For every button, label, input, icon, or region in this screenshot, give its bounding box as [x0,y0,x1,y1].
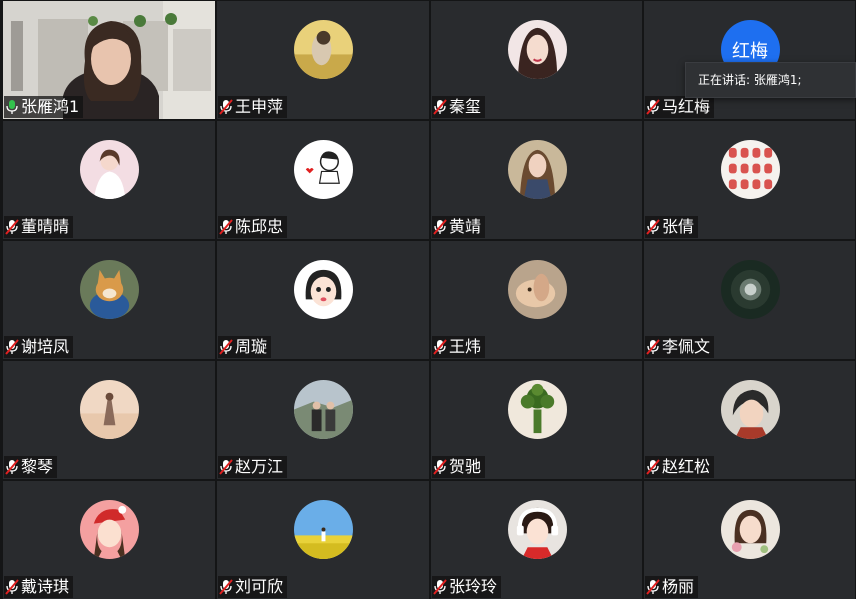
participant-name: 谢培凤 [21,337,70,356]
avatar [80,380,139,439]
participant-name-bar: 贺驰 [432,456,486,478]
participant-tile[interactable]: 刘可欣 [217,481,429,599]
participant-name-bar: 刘可欣 [218,576,288,598]
microphone-muted-icon [646,339,660,355]
participant-name-bar: 李佩文 [645,336,715,358]
participant-tile[interactable]: 谢培凤 [3,241,215,359]
avatar [294,140,353,199]
participant-name: 董晴晴 [21,217,70,236]
avatar [507,260,567,319]
participant-name: 贺驰 [449,457,482,476]
participant-tile[interactable]: 红梅 马红梅 [644,1,855,119]
microphone-muted-icon [219,99,233,115]
microphone-muted-icon [433,219,447,235]
avatar [720,260,780,319]
participant-name: 黄靖 [449,217,482,236]
participant-name-bar: 张雁鸿1 [4,96,84,118]
participant-name: 王炜 [449,337,482,356]
avatar [294,500,353,559]
participant-tile[interactable]: 王申萍 [217,1,429,119]
participant-name-bar: 马红梅 [645,96,715,118]
participant-name-bar: 黄靖 [432,216,486,238]
participant-tile-video[interactable]: 张雁鸿1 [3,1,215,119]
avatar [80,500,139,559]
avatar [720,380,780,439]
participant-name: 张倩 [662,217,695,236]
participant-tile[interactable]: 王炜 [431,241,642,359]
participant-name: 陈邱忠 [235,217,284,236]
microphone-muted-icon [433,459,447,475]
participant-name-bar: 陈邱忠 [218,216,288,238]
speaking-indicator-tooltip: 正在讲话: 张雁鸿1; [685,62,856,98]
participant-name-bar: 黎琴 [4,456,58,478]
participant-name: 马红梅 [662,97,711,116]
participant-name-bar: 董晴晴 [4,216,74,238]
microphone-muted-icon [5,459,19,475]
microphone-muted-icon [5,339,19,355]
microphone-muted-icon [5,579,19,595]
microphone-muted-icon [646,219,660,235]
participant-tile[interactable]: 黄靖 [431,121,642,239]
participant-tile[interactable]: 黎琴 [3,361,215,479]
participant-name-bar: 秦玺 [432,96,486,118]
avatar [507,20,567,79]
participant-tile[interactable]: 周璇 [217,241,429,359]
avatar [294,20,353,79]
avatar [294,380,353,439]
participant-tile[interactable]: 赵万江 [217,361,429,479]
participant-tile[interactable]: 张玲玲 [431,481,642,599]
participant-name: 周璇 [235,337,268,356]
avatar [720,140,780,199]
microphone-active-icon [6,100,18,114]
participant-name: 赵红松 [662,457,711,476]
avatar [507,380,567,439]
participant-tile[interactable]: 秦玺 [431,1,642,119]
participant-name: 张雁鸿1 [21,97,80,116]
participant-tile[interactable]: 戴诗琪 [3,481,215,599]
microphone-muted-icon [5,219,19,235]
participant-name: 刘可欣 [235,577,284,596]
microphone-muted-icon [433,579,447,595]
participant-name: 赵万江 [235,457,284,476]
microphone-muted-icon [219,579,233,595]
microphone-muted-icon [219,459,233,475]
avatar [80,140,139,199]
participant-name-bar: 赵红松 [645,456,715,478]
participant-tile[interactable]: 张倩 [644,121,855,239]
participant-name: 杨丽 [662,577,695,596]
participant-name: 戴诗琪 [21,577,70,596]
participant-tile[interactable]: 贺驰 [431,361,642,479]
participant-name-bar: 赵万江 [218,456,288,478]
avatar [294,260,353,319]
participant-name-bar: 张玲玲 [432,576,502,598]
participant-name-bar: 戴诗琪 [4,576,74,598]
participant-name-bar: 谢培凤 [4,336,74,358]
microphone-muted-icon [219,339,233,355]
participant-tile[interactable]: 董晴晴 [3,121,215,239]
microphone-muted-icon [433,99,447,115]
participant-name-bar: 王炜 [432,336,486,358]
participant-name: 张玲玲 [449,577,498,596]
participant-tile[interactable]: 赵红松 [644,361,855,479]
microphone-muted-icon [219,219,233,235]
participant-tile[interactable]: 陈邱忠 [217,121,429,239]
participant-name-bar: 张倩 [645,216,699,238]
participant-tile[interactable]: 杨丽 [644,481,855,599]
microphone-muted-icon [646,579,660,595]
microphone-muted-icon [433,339,447,355]
participant-name-bar: 周璇 [218,336,272,358]
avatar [507,140,567,199]
participant-name: 秦玺 [449,97,482,116]
avatar [507,500,567,559]
participant-name: 王申萍 [235,97,284,116]
avatar [80,260,139,319]
participant-name-bar: 王申萍 [218,96,288,118]
microphone-muted-icon [646,459,660,475]
participant-name-bar: 杨丽 [645,576,699,598]
participant-tile[interactable]: 李佩文 [644,241,855,359]
participant-name: 黎琴 [21,457,54,476]
avatar [720,500,780,559]
participant-name: 李佩文 [662,337,711,356]
microphone-muted-icon [646,99,660,115]
